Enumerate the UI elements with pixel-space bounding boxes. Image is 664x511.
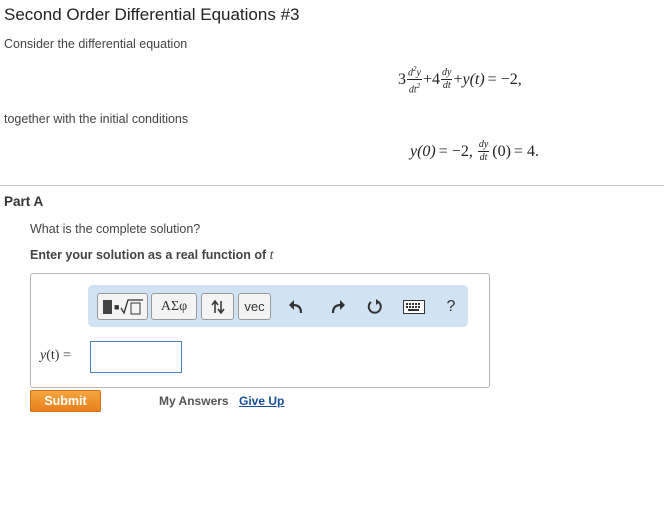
- give-up-link[interactable]: Give Up: [239, 394, 284, 408]
- y-of-t: y(t): [462, 70, 485, 88]
- answer-label: y(t) =: [40, 348, 71, 364]
- y0-value: = −2,: [438, 142, 473, 160]
- intro-text: Consider the differential equation: [4, 37, 188, 51]
- redo-icon: [331, 300, 345, 314]
- exponent: 2: [416, 82, 421, 91]
- greek-symbols-button[interactable]: ΑΣφ: [151, 293, 197, 320]
- differential-equation: 3 d2y dt2 +4 dy dt + y(t) = −2,: [398, 64, 522, 96]
- redo-button[interactable]: [327, 294, 349, 320]
- answer-label-arg: (t): [46, 348, 60, 363]
- vector-button[interactable]: vec: [238, 293, 271, 320]
- undo-button[interactable]: [285, 294, 307, 320]
- part-label: Part A: [4, 194, 44, 209]
- coefficient-3: 3: [398, 70, 406, 88]
- second-derivative-fraction: d2y dt2: [407, 64, 422, 96]
- page-title: Second Order Differential Equations #3: [4, 5, 300, 24]
- derivative-value: = 4.: [513, 142, 539, 160]
- keyboard-button[interactable]: [401, 294, 427, 320]
- up-down-arrows-icon: [210, 299, 225, 314]
- undo-icon: [289, 300, 303, 314]
- conditions-intro: together with the initial conditions: [4, 112, 189, 126]
- initial-conditions: y(0) = −2, dy dt (0) = 4.: [410, 140, 539, 163]
- equation-rhs: = −2,: [487, 70, 522, 88]
- plus-4: +4: [422, 70, 440, 88]
- templates-button[interactable]: ■: [97, 293, 148, 320]
- answer-label-eq: =: [62, 348, 71, 363]
- reset-button[interactable]: [364, 294, 386, 320]
- sort-button[interactable]: [201, 293, 234, 320]
- submit-button[interactable]: Submit: [30, 390, 101, 412]
- divider: [0, 185, 664, 186]
- svg-text:■: ■: [114, 302, 119, 312]
- sqrt-template-icon: ■: [102, 298, 143, 315]
- reset-icon: [367, 299, 382, 314]
- instruction-variable: t: [269, 248, 274, 263]
- derivative-arg: (0): [492, 142, 511, 160]
- dy-symbol: dy: [440, 67, 453, 81]
- answer-input[interactable]: [90, 341, 182, 373]
- dt-symbol: dt: [442, 80, 451, 92]
- first-derivative-fraction: dy dt: [440, 67, 453, 92]
- my-answers-link[interactable]: My Answers: [159, 394, 229, 408]
- keyboard-icon: [403, 300, 425, 314]
- y-of-0: y(0): [410, 142, 436, 160]
- instruction-label: Enter your solution as a real function o…: [30, 248, 267, 262]
- dt-symbol: dt: [479, 152, 488, 163]
- dt-symbol: dt: [408, 84, 417, 96]
- dy-symbol: dy: [477, 139, 490, 152]
- help-button[interactable]: ?: [440, 294, 462, 320]
- derivative-fraction: dy dt: [477, 139, 490, 163]
- y-symbol: y: [416, 67, 421, 79]
- question-text: What is the complete solution?: [30, 222, 201, 236]
- instruction-text: Enter your solution as a real function o…: [30, 248, 274, 264]
